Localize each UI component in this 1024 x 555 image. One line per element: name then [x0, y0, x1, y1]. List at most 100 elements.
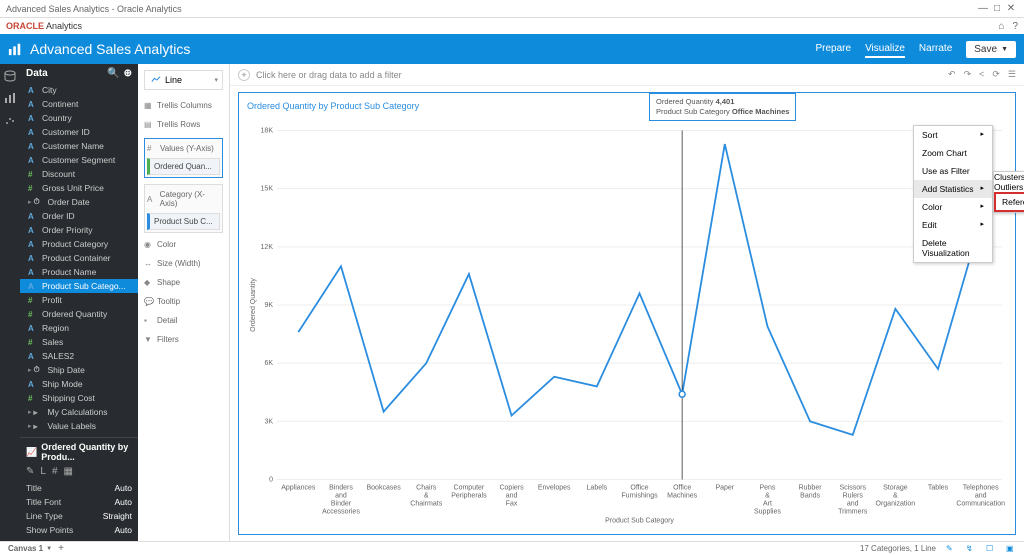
undo-icon[interactable]: ↶	[948, 69, 956, 80]
data-nav-icon[interactable]	[4, 70, 16, 82]
window-title: Advanced Sales Analytics - Oracle Analyt…	[6, 4, 976, 14]
data-item[interactable]: #Discount	[20, 167, 138, 181]
data-item[interactable]: AOrder Priority	[20, 223, 138, 237]
close-button[interactable]: ✕	[1004, 3, 1018, 14]
filter-bar[interactable]: + Click here or drag data to add a filte…	[230, 64, 1024, 86]
save-button[interactable]: Save▼	[966, 41, 1016, 58]
chart-frame[interactable]: Ordered Quantity by Product Sub Category…	[238, 92, 1016, 535]
prop-axis-icon[interactable]: L	[40, 466, 46, 477]
ctx-use-as-filter[interactable]: Use as Filter	[914, 162, 992, 180]
data-item[interactable]: ACity	[20, 83, 138, 97]
save-dropdown-icon[interactable]: ▼	[1001, 46, 1008, 53]
data-item[interactable]: #Sales	[20, 335, 138, 349]
data-item[interactable]: #Gross Unit Price	[20, 181, 138, 195]
prop-row[interactable]: Line TypeStraight	[26, 509, 132, 523]
ctx-add-statistics[interactable]: Add Statistics	[914, 180, 992, 198]
data-item[interactable]: AProduct Category	[20, 237, 138, 251]
menu-icon[interactable]: ☰	[1008, 69, 1016, 80]
shelf-shape[interactable]: Shape	[157, 278, 180, 287]
analytics-nav-icon[interactable]	[4, 114, 16, 126]
shelf-size[interactable]: Size (Width)	[157, 259, 201, 268]
prop-general-icon[interactable]: ✎	[26, 466, 34, 477]
data-item[interactable]: #Ordered Quantity	[20, 307, 138, 321]
data-item[interactable]: AOrder ID	[20, 209, 138, 223]
ctx-color[interactable]: Color	[914, 198, 992, 216]
line-chart[interactable]: 03K6K9K12K15K18KAppliancesBindersandBind…	[247, 115, 1007, 536]
tab-prepare[interactable]: Prepare	[815, 41, 851, 58]
sub-clusters[interactable]: Clusters	[994, 172, 1024, 182]
viz-type-selector[interactable]: Line	[144, 70, 223, 90]
data-item[interactable]: #Shipping Cost	[20, 391, 138, 405]
redo-icon[interactable]: ↷	[964, 69, 972, 80]
ctx-delete-visualization[interactable]: Delete Visualization	[914, 234, 992, 262]
data-item[interactable]: ARegion	[20, 321, 138, 335]
shelf-values[interactable]: Values (Y-Axis)	[160, 144, 214, 153]
svg-text:Binder: Binder	[331, 501, 352, 508]
svg-text:Fax: Fax	[506, 501, 518, 508]
data-item[interactable]: AProduct Name	[20, 265, 138, 279]
data-item[interactable]: AProduct Sub Catego...	[20, 279, 138, 293]
data-items-list: ACityAContinentACountryACustomer IDACust…	[20, 83, 138, 437]
ctx-sort[interactable]: Sort	[914, 126, 992, 144]
shelf-color[interactable]: Color	[157, 240, 176, 249]
brushing-icon[interactable]: ✎	[946, 544, 956, 554]
data-item[interactable]: #Profit	[20, 293, 138, 307]
ctx-edit[interactable]: Edit	[914, 216, 992, 234]
svg-text:Pens: Pens	[759, 485, 775, 492]
data-item[interactable]: ⏱Ship Date	[20, 363, 138, 377]
shelf-tooltip[interactable]: Tooltip	[157, 297, 180, 306]
data-item[interactable]: ▸Value Labels	[20, 419, 138, 433]
svg-text:and: and	[506, 493, 518, 500]
trellis-cols-icon: ▦	[144, 101, 153, 110]
sub-outliers[interactable]: Outliers	[994, 182, 1024, 192]
share-icon[interactable]: <	[979, 69, 984, 80]
data-item[interactable]: AContinent	[20, 97, 138, 111]
add-canvas-button[interactable]: +	[58, 543, 64, 554]
minimize-button[interactable]: —	[976, 3, 990, 14]
category-chip[interactable]: Product Sub C...	[147, 213, 220, 230]
data-item[interactable]: ASALES2	[20, 349, 138, 363]
svg-text:12K: 12K	[261, 244, 274, 251]
viz-nav-icon[interactable]	[4, 92, 16, 104]
svg-text:Office: Office	[630, 485, 648, 492]
add-filter-icon[interactable]: +	[238, 69, 250, 81]
data-item[interactable]: AProduct Container	[20, 251, 138, 265]
data-item[interactable]: ▸My Calculations	[20, 405, 138, 419]
data-item[interactable]: ACustomer Segment	[20, 153, 138, 167]
data-item[interactable]: ACustomer ID	[20, 125, 138, 139]
auto-icon[interactable]: ↯	[966, 544, 976, 554]
help-icon[interactable]: ?	[1012, 21, 1018, 32]
svg-text:Organization: Organization	[876, 501, 916, 508]
layout1-icon[interactable]: ☐	[986, 544, 996, 554]
shelf-trellis-cols[interactable]: Trellis Columns	[157, 101, 212, 110]
ctx-zoom-chart[interactable]: Zoom Chart	[914, 144, 992, 162]
svg-text:Supplies: Supplies	[754, 509, 781, 516]
prop-row[interactable]: Title FontAuto	[26, 495, 132, 509]
shelf-category[interactable]: Category (X-Axis)	[160, 190, 220, 208]
data-item[interactable]: AShip Mode	[20, 377, 138, 391]
data-item[interactable]: ACustomer Name	[20, 139, 138, 153]
shelf-trellis-rows[interactable]: Trellis Rows	[157, 120, 200, 129]
tab-narrate[interactable]: Narrate	[919, 41, 952, 58]
prop-row[interactable]: Show PointsAuto	[26, 523, 132, 537]
svg-text:Bookcases: Bookcases	[366, 485, 401, 492]
canvas-tab[interactable]: Canvas 1 ▼	[8, 544, 52, 553]
prop-values-icon[interactable]: #	[52, 466, 58, 477]
values-chip[interactable]: Ordered Quan...	[147, 158, 220, 175]
data-item[interactable]: ⏱Order Date	[20, 195, 138, 209]
shelf-filters[interactable]: Filters	[157, 335, 179, 344]
data-panel-title: Data	[26, 68, 48, 79]
tab-visualize[interactable]: Visualize	[865, 41, 905, 58]
layout2-icon[interactable]: ▣	[1006, 544, 1016, 554]
prop-analytics-icon[interactable]: ▦	[64, 466, 73, 477]
home-icon[interactable]: ⌂	[998, 21, 1004, 32]
data-item[interactable]: ACountry	[20, 111, 138, 125]
shelf-detail[interactable]: Detail	[157, 316, 177, 325]
maximize-button[interactable]: □	[990, 3, 1004, 14]
refresh-icon[interactable]: ⟳	[992, 69, 1000, 80]
search-icon[interactable]: 🔍	[107, 68, 119, 79]
trellis-rows-icon: ▤	[144, 120, 153, 129]
prop-row[interactable]: TitleAuto	[26, 481, 132, 495]
sub-reference-line[interactable]: Reference Line	[994, 192, 1024, 212]
add-data-icon[interactable]: ⊕	[124, 68, 132, 79]
